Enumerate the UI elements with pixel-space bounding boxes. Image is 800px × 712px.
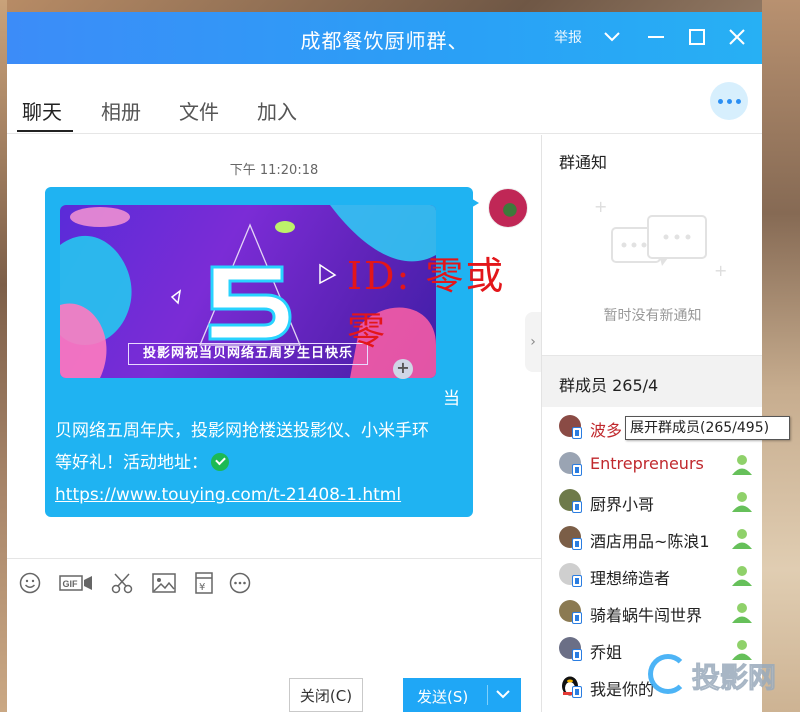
- user-icon: [732, 455, 752, 475]
- member-item[interactable]: 骑着蜗牛闯世界: [542, 593, 762, 630]
- more-circle-icon[interactable]: [227, 571, 253, 595]
- member-item[interactable]: 理想缔造者: [542, 556, 762, 593]
- report-button[interactable]: 举报: [549, 22, 587, 52]
- gif-icon[interactable]: GIF: [59, 571, 93, 595]
- member-name: Entrepreneurs: [590, 454, 704, 473]
- logo-circle-icon: [648, 654, 688, 694]
- svg-text:+: +: [714, 261, 727, 280]
- smile-icon[interactable]: [17, 571, 43, 595]
- user-icon: [732, 603, 752, 623]
- close-button[interactable]: 关闭(C): [289, 678, 363, 712]
- send-options-chevron-icon[interactable]: [495, 684, 511, 708]
- send-button-label: 发送(S): [417, 688, 469, 706]
- tab-album[interactable]: 相册: [101, 96, 141, 125]
- message-text: 当 贝网络五周年庆，投影网抢楼送投影仪、小米手环 等好礼！活动地址： https…: [55, 383, 465, 511]
- notice-title: 群通知: [559, 153, 608, 172]
- input-toolbar: GIF ¥: [7, 558, 541, 606]
- svg-text:GIF: GIF: [63, 579, 79, 589]
- image-zoom-icon[interactable]: +: [393, 359, 413, 379]
- user-icon: [732, 492, 752, 512]
- tab-bar: 聊天 相册 文件 加入: [7, 64, 762, 134]
- mobile-device-icon: [572, 649, 582, 661]
- member-name: 厨界小哥: [590, 495, 655, 514]
- mobile-device-icon: [572, 538, 582, 550]
- member-item[interactable]: Entrepreneurs: [542, 445, 762, 482]
- send-button[interactable]: 发送(S): [403, 678, 521, 712]
- user-icon: [732, 529, 752, 549]
- mobile-device-icon: [572, 501, 582, 513]
- tab-files[interactable]: 文件: [179, 96, 219, 125]
- tab-chat[interactable]: 聊天: [22, 96, 62, 125]
- active-tab-underline: [17, 130, 73, 132]
- message-timestamp: 下午 11:20:18: [229, 163, 319, 178]
- message-text-line-1: 当: [443, 389, 460, 409]
- message-text-line-2b: 贝网络五周年庆，投影网抢楼送投影仪、小米手环: [55, 421, 429, 441]
- chat-message-area[interactable]: 下午 11:20:18 投影网祝当贝网络五周岁生日快乐 + 当 贝网络五周年庆，…: [7, 135, 541, 558]
- user-icon: [732, 566, 752, 586]
- member-name: 骑着蜗牛闯世界: [590, 606, 703, 625]
- member-name: 酒店用品~陈浪1: [590, 532, 710, 551]
- message-link[interactable]: https://www.touying.com/t-21408-1.html: [55, 485, 401, 505]
- svg-text:¥: ¥: [199, 582, 205, 593]
- message-text-line-3-wrap: 等好礼！活动地址：: [55, 447, 465, 479]
- message-text-line-2: [55, 383, 465, 415]
- banner-caption: 投影网祝当贝网络五周岁生日快乐: [128, 343, 368, 365]
- members-tooltip: 展开群成员(265/495): [625, 416, 790, 440]
- send-button-divider: [487, 685, 488, 705]
- qq-group-chat-window: 成都餐饮厨师群、 举报 聊天 相册 文件 加入 下午 11:20:18 投影网祝…: [7, 12, 762, 712]
- bubble-tail: [469, 197, 479, 209]
- verified-check-icon: [211, 453, 229, 471]
- sender-avatar[interactable]: [488, 188, 528, 228]
- maximize-icon[interactable]: [682, 22, 712, 52]
- mobile-device-icon: [572, 427, 582, 439]
- notice-empty-text: 暂时没有新通知: [603, 308, 702, 324]
- svg-text:+: +: [594, 197, 607, 216]
- member-item[interactable]: 厨界小哥: [542, 482, 762, 519]
- members-count: 群成员 265/4: [559, 376, 659, 395]
- collapse-sidebar-arrow-icon[interactable]: ›: [525, 312, 541, 372]
- desktop-background-right: [762, 0, 800, 712]
- message-text-line-3: 等好礼！活动地址：: [55, 453, 208, 473]
- desktop-background-left: [0, 0, 7, 712]
- close-icon[interactable]: [722, 22, 752, 52]
- members-header[interactable]: 群成员 265/4: [542, 355, 762, 407]
- tab-join[interactable]: 加入: [257, 96, 297, 125]
- member-name: 理想缔造者: [590, 569, 671, 588]
- more-options-button[interactable]: [710, 82, 748, 120]
- empty-notice-illustration-icon: + +: [594, 197, 727, 280]
- red-packet-icon[interactable]: ¥: [191, 571, 217, 595]
- minimize-icon[interactable]: [641, 22, 671, 52]
- site-watermark-logo: 投影网: [648, 652, 788, 704]
- member-item[interactable]: 酒店用品~陈浪1: [542, 519, 762, 556]
- mobile-device-icon: [572, 464, 582, 476]
- logo-text: 投影网: [691, 661, 777, 695]
- scissors-icon[interactable]: [109, 571, 135, 595]
- image-icon[interactable]: [151, 571, 177, 595]
- mobile-device-icon: [572, 686, 582, 698]
- mobile-device-icon: [572, 575, 582, 587]
- chevron-down-icon[interactable]: [597, 22, 627, 52]
- watermark-text: ID: 零或零: [347, 254, 506, 353]
- mobile-device-icon: [572, 612, 582, 624]
- title-bar[interactable]: 成都餐饮厨师群、 举报: [7, 12, 762, 64]
